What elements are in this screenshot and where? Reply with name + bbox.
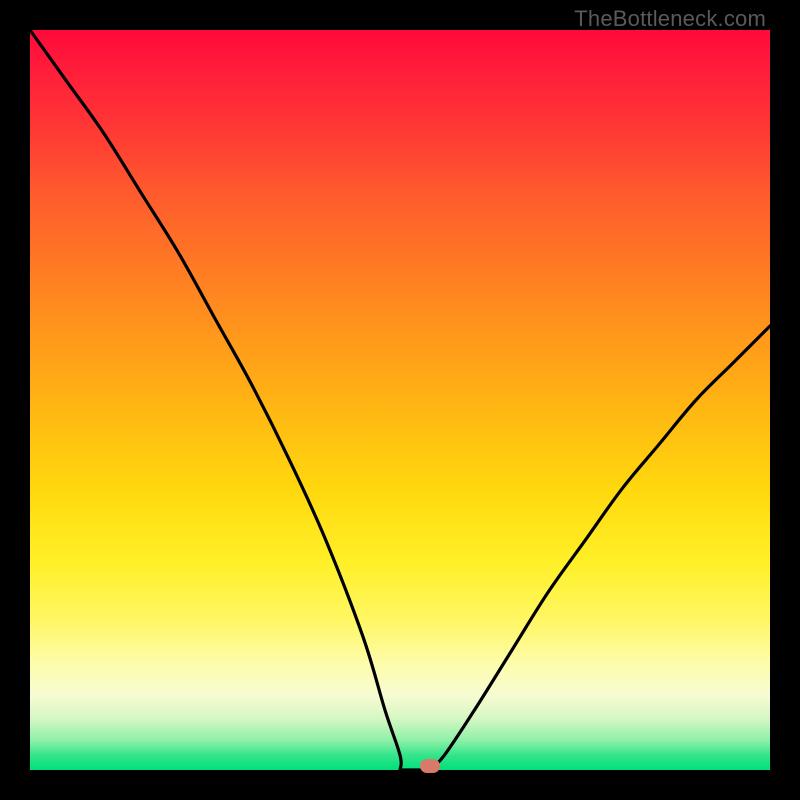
watermark-text: TheBottleneck.com xyxy=(574,6,766,32)
plot-area xyxy=(30,30,770,770)
chart-frame: TheBottleneck.com xyxy=(0,0,800,800)
bottleneck-curve xyxy=(30,30,770,771)
bottleneck-curve-svg xyxy=(30,30,770,770)
optimum-marker xyxy=(420,759,440,773)
